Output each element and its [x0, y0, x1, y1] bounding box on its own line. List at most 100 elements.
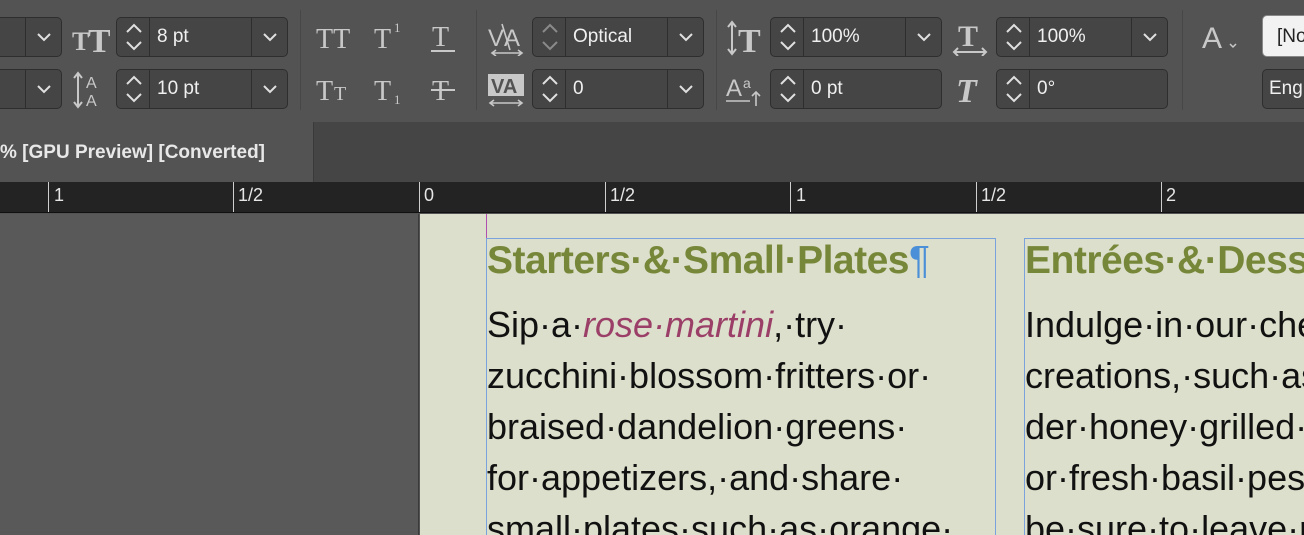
chevron-down-icon[interactable]: [905, 18, 941, 56]
svg-text:A: A: [86, 75, 97, 92]
ruler-tick: [790, 182, 791, 212]
svg-text:1: 1: [394, 20, 401, 35]
text-run: for·appetizers,·and·share·: [487, 457, 904, 498]
pasteboard[interactable]: [0, 214, 419, 535]
font-size-field[interactable]: 8 pt: [116, 17, 288, 57]
svg-text:T: T: [334, 83, 346, 104]
text-line: der·honey·grilled·salmon·: [1025, 401, 1304, 452]
text-run-accent: rose·martini: [583, 304, 774, 345]
text-frame-entrees[interactable]: Entrées·&·Desserts Indulge·in·our·chef's…: [1024, 238, 1304, 535]
document-tab-title[interactable]: % [GPU Preview] [Converted]: [0, 142, 265, 164]
svg-text:T: T: [432, 22, 449, 53]
tracking-icon: VA: [488, 72, 526, 113]
document-tab[interactable]: % [GPU Preview] [Converted]: [0, 122, 314, 182]
small-caps-icon[interactable]: TT: [316, 74, 356, 109]
text-run: zucchini·blossom·fritters·or·: [487, 355, 932, 396]
horizontal-scale-value[interactable]: 100%: [1037, 18, 1086, 56]
chevron-down-icon[interactable]: [667, 70, 703, 108]
svg-text:T: T: [72, 27, 89, 56]
tracking-value[interactable]: 0: [573, 70, 584, 108]
text-run: braised·dandelion·greens·: [487, 406, 908, 447]
skew-field[interactable]: 0°: [996, 69, 1168, 109]
subscript-icon[interactable]: T1: [374, 74, 408, 113]
text-run: be·sure·to·leave·room·: [1025, 508, 1304, 535]
svg-text:T: T: [958, 20, 978, 53]
stepper-icon[interactable]: [533, 70, 566, 108]
skew-icon: T: [954, 72, 990, 113]
chevron-down-icon[interactable]: [251, 18, 287, 56]
character-style-select[interactable]: [No: [1262, 15, 1304, 57]
document-page[interactable]: Starters·&·Small·Plates¶ Sip·a·rose·mart…: [420, 214, 1304, 535]
chevron-down-icon[interactable]: [25, 18, 61, 56]
ruler-label: 1: [54, 185, 65, 205]
baseline-shift-value[interactable]: 0 pt: [811, 70, 843, 108]
superscript-icon[interactable]: T1: [374, 18, 408, 57]
text-run: Sip·a·: [487, 304, 584, 345]
text-frame-starters[interactable]: Starters·&·Small·Plates¶ Sip·a·rose·mart…: [486, 238, 996, 535]
ruler-label: 0: [424, 185, 435, 205]
leading-icon: AA: [72, 70, 110, 115]
panel-separator: [300, 10, 301, 110]
character-style-value[interactable]: [No: [1277, 16, 1304, 58]
ruler-tick: [419, 182, 420, 212]
stepper-icon[interactable]: [117, 18, 150, 56]
leading-value[interactable]: 10 pt: [157, 70, 199, 108]
horizontal-ruler[interactable]: 1 1/2 0 1/2 1 1/2 2: [0, 182, 1304, 213]
heading-entrees[interactable]: Entrées·&·Desserts: [1025, 239, 1304, 283]
language-select[interactable]: Eng: [1262, 69, 1304, 109]
font-size-icon: TT: [72, 20, 111, 61]
chevron-down-icon[interactable]: [1131, 18, 1167, 56]
horizontal-scale-icon: T: [952, 20, 992, 61]
ruler-tick: [976, 182, 977, 212]
stepper-icon[interactable]: [771, 18, 804, 56]
text-line: zucchini·blossom·fritters·or·: [487, 350, 953, 401]
stepper-icon[interactable]: [117, 70, 150, 108]
svg-text:V: V: [488, 25, 504, 52]
strikethrough-icon[interactable]: T: [430, 74, 458, 109]
all-caps-icon[interactable]: TT: [316, 22, 356, 57]
paragraph-entrees[interactable]: Indulge·in·our·chef's· creations,·such·a…: [1025, 299, 1304, 535]
paragraph-starters[interactable]: Sip·a·rose·martini,·try· zucchini·blosso…: [487, 299, 953, 535]
language-value[interactable]: Eng: [1269, 70, 1303, 108]
font-style-select[interactable]: [0, 69, 62, 109]
text-run: small·plates·such·as·orange·: [487, 508, 954, 535]
text-run: ,·try·: [773, 304, 848, 345]
heading-starters-text: Starters·&·Small·Plates: [487, 239, 910, 282]
vertical-scale-field[interactable]: 100%: [770, 17, 942, 57]
text-line: Sip·a·rose·martini,·try·: [487, 299, 953, 350]
svg-text:T: T: [88, 23, 110, 56]
text-line: be·sure·to·leave·room·: [1025, 503, 1304, 535]
svg-text:VA: VA: [491, 76, 517, 98]
underline-icon[interactable]: T: [430, 20, 458, 59]
font-size-value[interactable]: 8 pt: [157, 18, 189, 56]
horizontal-scale-field[interactable]: 100%: [996, 17, 1168, 57]
kerning-value[interactable]: Optical: [573, 18, 632, 56]
stepper-icon[interactable]: [533, 18, 566, 56]
ruler-tick: [233, 182, 234, 212]
kerning-field[interactable]: Optical: [532, 17, 704, 57]
pilcrow-mark: ¶: [909, 239, 930, 282]
tracking-field[interactable]: 0: [532, 69, 704, 109]
stepper-icon[interactable]: [997, 70, 1030, 108]
svg-text:TT: TT: [316, 24, 350, 52]
stepper-icon[interactable]: [771, 70, 804, 108]
ruler-label: 2: [1166, 185, 1177, 205]
chevron-down-icon[interactable]: [667, 18, 703, 56]
svg-text:a: a: [743, 75, 751, 91]
leading-field[interactable]: 10 pt: [116, 69, 288, 109]
text-line: braised·dandelion·greens·: [487, 401, 953, 452]
baseline-shift-field[interactable]: 0 pt: [770, 69, 942, 109]
font-family-select[interactable]: [0, 17, 62, 57]
svg-text:T: T: [374, 24, 391, 52]
chevron-down-icon[interactable]: [251, 70, 287, 108]
panel-separator: [476, 10, 477, 110]
skew-value[interactable]: 0°: [1037, 70, 1055, 108]
chevron-down-icon[interactable]: [25, 70, 61, 108]
text-line: creations,·such·as·laven-: [1025, 350, 1304, 401]
stepper-icon[interactable]: [997, 18, 1030, 56]
character-style-icon[interactable]: A: [1202, 20, 1242, 57]
vertical-scale-value[interactable]: 100%: [811, 18, 860, 56]
svg-text:T: T: [738, 23, 761, 56]
text-line: for·appetizers,·and·share·: [487, 452, 953, 503]
heading-starters[interactable]: Starters·&·Small·Plates¶: [487, 239, 930, 283]
